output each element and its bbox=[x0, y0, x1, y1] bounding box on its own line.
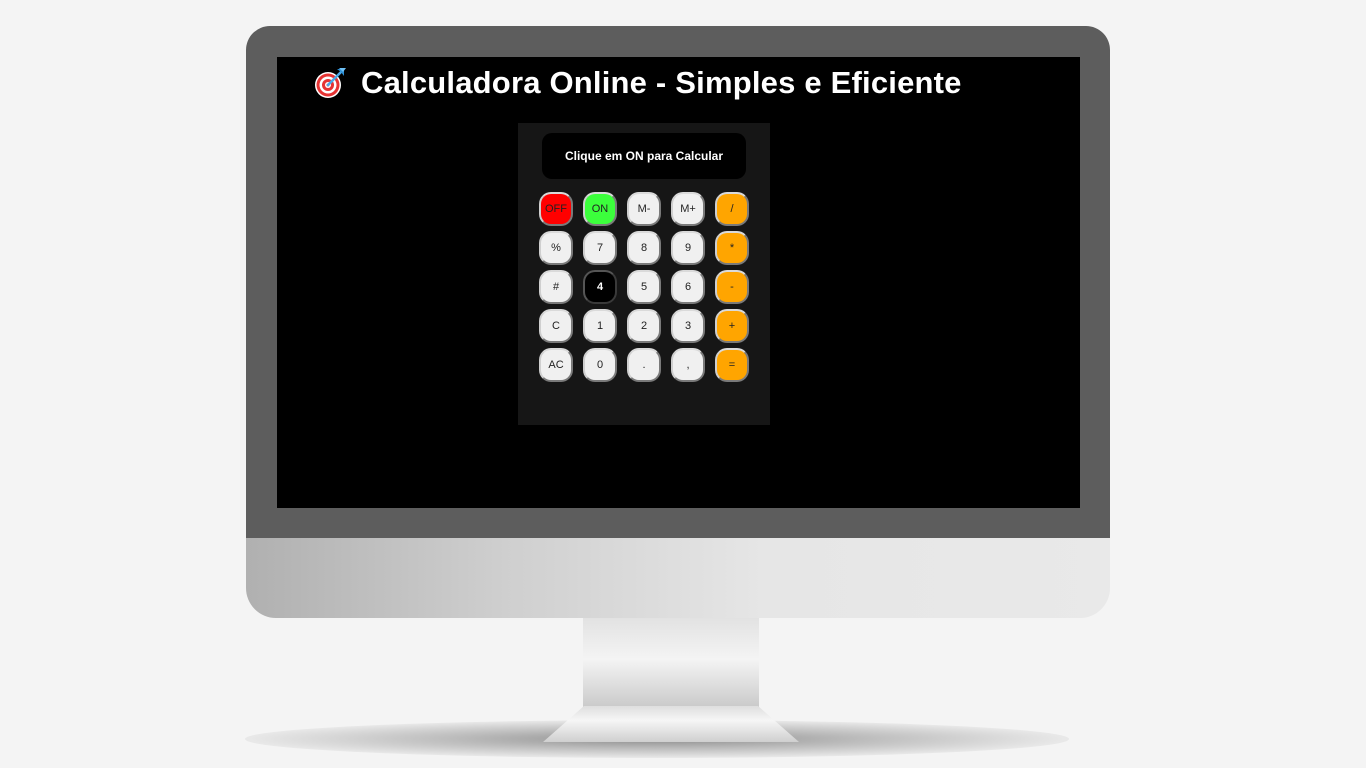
all-clear-button[interactable]: AC bbox=[539, 348, 573, 382]
memory-plus-button[interactable]: M+ bbox=[671, 192, 705, 226]
digit-0-button[interactable]: 0 bbox=[583, 348, 617, 382]
monitor-chin bbox=[246, 538, 1110, 618]
hash-button[interactable]: # bbox=[539, 270, 573, 304]
calculator-keypad: OFF ON M- M+ /% 7 8 9 * #4 5 6- C 1 2 3 + AC 0., = bbox=[539, 192, 749, 382]
digit-6-button[interactable]: 6 bbox=[671, 270, 705, 304]
digit-8-button[interactable]: 8 bbox=[627, 231, 661, 265]
clear-button[interactable]: C bbox=[539, 309, 573, 343]
digit-2-button[interactable]: 2 bbox=[627, 309, 661, 343]
digit-9-button[interactable]: 9 bbox=[671, 231, 705, 265]
digit-7-button[interactable]: 7 bbox=[583, 231, 617, 265]
off-button[interactable]: OFF bbox=[539, 192, 573, 226]
digit-1-button[interactable]: 1 bbox=[583, 309, 617, 343]
decimal-point-button[interactable]: . bbox=[627, 348, 661, 382]
monitor-screen: Calculadora Online - Simples e Eficiente… bbox=[277, 57, 1080, 508]
divide-button[interactable]: / bbox=[715, 192, 749, 226]
add-button[interactable]: + bbox=[715, 309, 749, 343]
page-title: Calculadora Online - Simples e Eficiente bbox=[361, 65, 962, 100]
page-header: Calculadora Online - Simples e Eficiente bbox=[313, 63, 962, 103]
calculator: Clique em ON para Calcular OFF ON M- M+ /% 7 8… bbox=[518, 123, 770, 425]
digit-3-button[interactable]: 3 bbox=[671, 309, 705, 343]
equals-button[interactable]: = bbox=[715, 348, 749, 382]
percent-button[interactable]: % bbox=[539, 231, 573, 265]
subtract-button[interactable]: - bbox=[715, 270, 749, 304]
digit-5-button[interactable]: 5 bbox=[627, 270, 661, 304]
comma-button[interactable]: , bbox=[671, 348, 705, 382]
on-button[interactable]: ON bbox=[583, 192, 617, 226]
multiply-button[interactable]: * bbox=[715, 231, 749, 265]
monitor-stand-base bbox=[543, 706, 799, 742]
target-icon bbox=[315, 68, 346, 98]
memory-minus-button[interactable]: M- bbox=[627, 192, 661, 226]
calculator-display: Clique em ON para Calcular bbox=[542, 133, 746, 179]
digit-4-button[interactable]: 4 bbox=[583, 270, 617, 304]
